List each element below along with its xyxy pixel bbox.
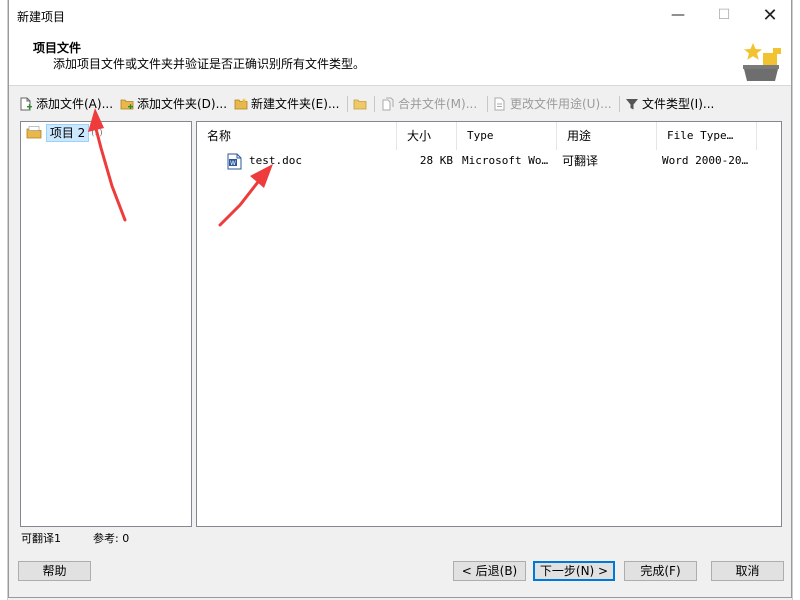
background-window-left: [0, 0, 8, 600]
help-button[interactable]: 帮助: [18, 561, 91, 581]
close-button[interactable]: ✕: [747, 0, 793, 31]
cancel-button[interactable]: 取消: [711, 561, 784, 581]
add-file-label: 添加文件(A)...: [36, 97, 114, 111]
filter-icon: [626, 99, 638, 110]
new-folder-label: 新建文件夹(E)...: [251, 97, 340, 111]
column-header-file-type[interactable]: File Type…: [657, 122, 757, 150]
tree-item-project[interactable]: 项目 2 (1): [26, 124, 103, 142]
wizard-header: 项目文件 添加项目文件或文件夹并验证是否正确识别所有文件类型。: [9, 31, 791, 86]
cell-name: test.doc: [249, 154, 302, 167]
new-folder-button[interactable]: 新建文件夹(E)...: [234, 94, 339, 114]
toolbar-separator: [487, 96, 488, 112]
word-document-icon: W: [227, 153, 242, 170]
column-header-usage[interactable]: 用途: [557, 122, 657, 150]
status-reference: 参考: 0: [93, 532, 130, 545]
title-bar: 新建项目 — ☐ ✕: [9, 0, 791, 31]
merge-files-icon: [382, 97, 394, 111]
project-tree[interactable]: 项目 2 (1): [20, 121, 192, 527]
cell-type: Microsoft Wo…: [462, 154, 549, 167]
svg-text:W: W: [230, 160, 236, 167]
back-button[interactable]: < 后退(B): [453, 561, 526, 581]
add-file-button[interactable]: 添加文件(A)...: [19, 94, 113, 114]
cell-usage: 可翻译: [562, 154, 599, 168]
tree-item-count: (1): [91, 128, 103, 137]
maximize-button[interactable]: ☐: [701, 0, 747, 31]
add-file-icon: [20, 97, 32, 111]
open-folder-button[interactable]: [353, 94, 370, 114]
new-folder-icon: [234, 98, 248, 110]
minimize-button[interactable]: —: [655, 0, 701, 31]
window-title: 新建项目: [17, 10, 66, 24]
column-header-type[interactable]: Type: [457, 122, 557, 150]
column-header-size[interactable]: 大小: [397, 122, 457, 150]
project-folder-icon: [26, 126, 42, 139]
new-project-dialog: 新建项目 — ☐ ✕ 项目文件 添加项目文件或文件夹并验证是否正确识别所有文件类…: [8, 0, 792, 598]
cell-size: 28 KB: [419, 154, 453, 167]
file-types-label: 文件类型(I)...: [642, 97, 715, 111]
column-header-name[interactable]: 名称: [197, 122, 397, 150]
toolbar-separator: [619, 96, 620, 112]
file-types-button[interactable]: 文件类型(I)...: [625, 94, 714, 114]
page-title: 项目文件: [33, 41, 82, 55]
tree-item-label: 项目 2: [45, 124, 90, 142]
add-folder-icon: [120, 99, 134, 110]
finish-button[interactable]: 完成(F): [624, 561, 697, 581]
add-folder-label: 添加文件夹(D)...: [137, 97, 228, 111]
merge-files-button[interactable]: 合并文件(M)...: [381, 94, 477, 114]
cell-file-type: Word 2000-20…: [662, 154, 749, 167]
background-window-right: [792, 0, 800, 600]
change-usage-label: 更改文件用途(U)...: [510, 97, 612, 111]
toolbar-separator: [374, 96, 375, 112]
folder-icon: [353, 99, 367, 110]
file-list[interactable]: 名称 大小 Type 用途 File Type… W test.doc 28 K…: [196, 121, 782, 527]
change-usage-icon: [494, 97, 505, 111]
merge-files-label: 合并文件(M)...: [398, 97, 478, 111]
toolbar-separator: [347, 96, 348, 112]
page-subtitle: 添加项目文件或文件夹并验证是否正确识别所有文件类型。: [53, 57, 366, 71]
toolbar: 添加文件(A)... 添加文件夹(D)... 新建文件夹(E)... 合并文件(…: [9, 92, 791, 116]
project-files-icon: [743, 43, 781, 81]
add-folder-button[interactable]: 添加文件夹(D)...: [120, 94, 227, 114]
change-usage-button[interactable]: 更改文件用途(U)...: [493, 94, 612, 114]
status-translatable: 可翻译1: [21, 532, 61, 545]
next-button[interactable]: 下一步(N) >: [533, 561, 615, 581]
